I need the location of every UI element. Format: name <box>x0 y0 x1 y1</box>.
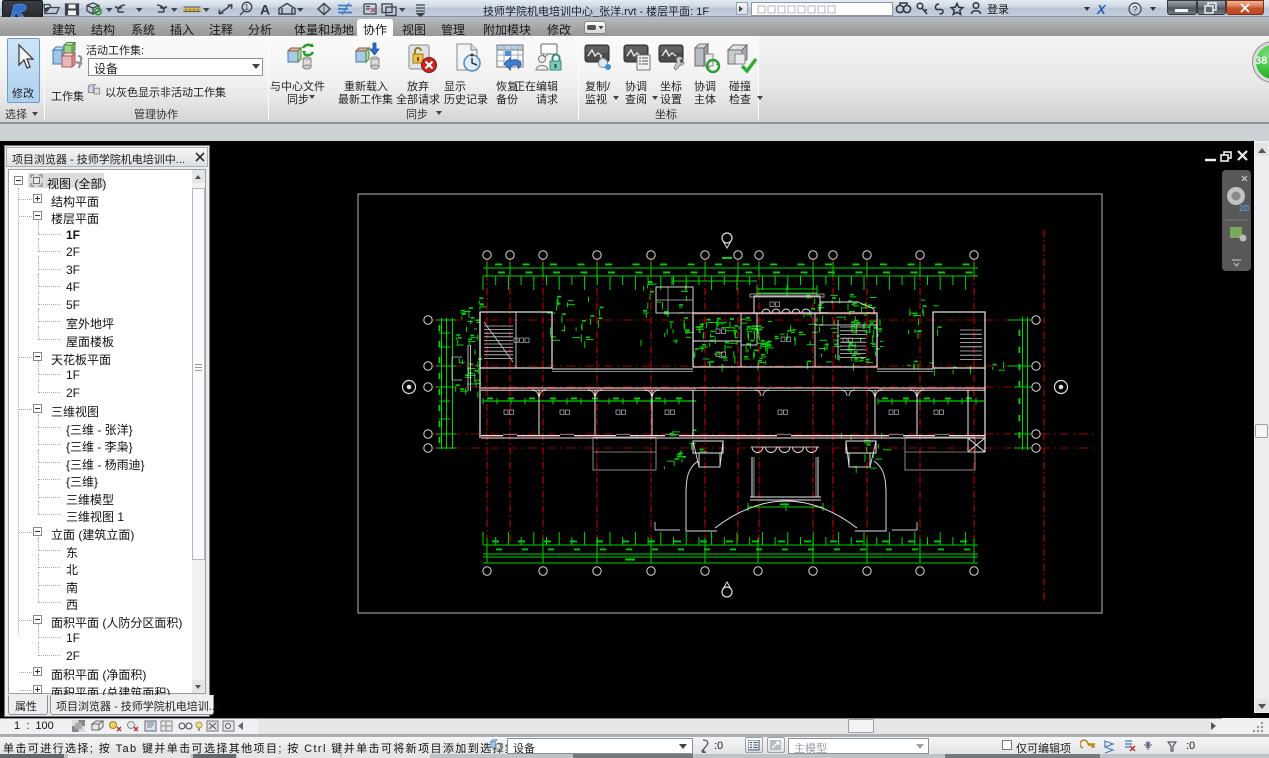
svg-text:2D: 2D <box>1239 204 1249 213</box>
svg-text:A: A <box>260 2 270 18</box>
svg-text:登录: 登录 <box>987 2 1009 16</box>
svg-text:?: ? <box>1133 5 1138 15</box>
svg-text:1: 1 <box>245 3 250 12</box>
